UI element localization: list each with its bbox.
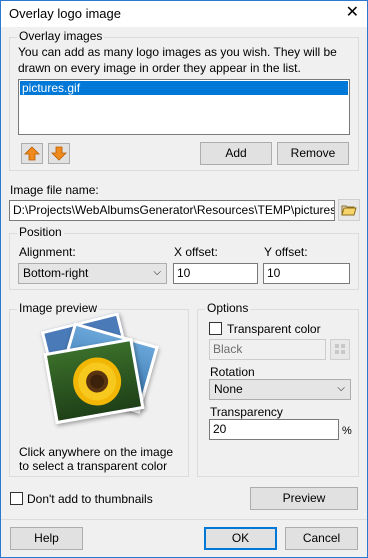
- chevron-down-icon: ⌵: [153, 267, 161, 278]
- y-offset-input[interactable]: 10: [263, 263, 350, 284]
- cancel-button[interactable]: Cancel: [285, 527, 358, 550]
- rotation-value: None: [214, 382, 243, 396]
- overlay-images-description: You can add as many logo images as you w…: [18, 45, 337, 75]
- preview-hint: Click anywhere on the image to select a …: [19, 445, 174, 473]
- ok-button[interactable]: OK: [204, 527, 277, 550]
- sunflower-icon: [73, 357, 122, 406]
- color-picker-button: [330, 339, 350, 360]
- chevron-down-icon: ⌵: [337, 383, 345, 394]
- remove-button[interactable]: Remove: [277, 142, 349, 165]
- transparent-color-field: Black: [209, 339, 326, 360]
- rotation-select[interactable]: None ⌵: [209, 379, 351, 400]
- list-item[interactable]: pictures.gif: [20, 81, 348, 95]
- rotation-label: Rotation: [210, 365, 255, 379]
- x-offset-input[interactable]: 10: [173, 263, 258, 284]
- image-file-label: Image file name:: [10, 183, 99, 197]
- arrow-up-icon: [24, 146, 40, 161]
- window-title: Overlay logo image: [9, 6, 121, 21]
- alignment-label: Alignment:: [19, 245, 76, 259]
- overlay-images-list[interactable]: pictures.gif: [18, 79, 350, 135]
- browse-button[interactable]: [338, 199, 360, 221]
- alignment-select[interactable]: Bottom-right ⌵: [18, 263, 167, 284]
- y-offset-label: Y offset:: [264, 245, 308, 259]
- move-up-button[interactable]: [21, 143, 43, 164]
- options-legend: Options: [205, 301, 251, 315]
- position-legend: Position: [17, 225, 64, 239]
- alignment-value: Bottom-right: [23, 266, 89, 280]
- help-button[interactable]: Help: [10, 527, 83, 550]
- folder-open-icon: [341, 205, 357, 216]
- transparency-label: Transparency: [210, 405, 283, 419]
- image-file-input[interactable]: D:\Projects\WebAlbumsGenerator\Resources…: [9, 200, 335, 221]
- preview-button[interactable]: Preview: [250, 487, 358, 510]
- transparent-color-checkbox[interactable]: [209, 322, 222, 335]
- close-icon[interactable]: ✕: [346, 4, 359, 22]
- footer-divider: [1, 519, 367, 520]
- x-offset-label: X offset:: [174, 245, 218, 259]
- transparent-color-label: Transparent color: [227, 322, 321, 336]
- move-down-button[interactable]: [48, 143, 70, 164]
- overlay-logo-dialog: Overlay logo image ✕ Overlay images You …: [0, 0, 368, 558]
- photo-front: [43, 337, 145, 425]
- add-button[interactable]: Add: [200, 142, 272, 165]
- overlay-images-legend: Overlay images: [17, 29, 105, 43]
- transparency-input[interactable]: 20: [209, 419, 339, 440]
- transparency-unit: %: [342, 425, 352, 437]
- color-grid-icon: [335, 344, 345, 354]
- title-bar: Overlay logo image ✕: [1, 1, 367, 27]
- arrow-down-icon: [51, 146, 67, 161]
- image-preview-legend: Image preview: [17, 301, 100, 315]
- dont-add-thumbnails-label: Don't add to thumbnails: [27, 492, 153, 506]
- preview-image[interactable]: [35, 312, 165, 429]
- dont-add-thumbnails-checkbox[interactable]: [10, 492, 23, 505]
